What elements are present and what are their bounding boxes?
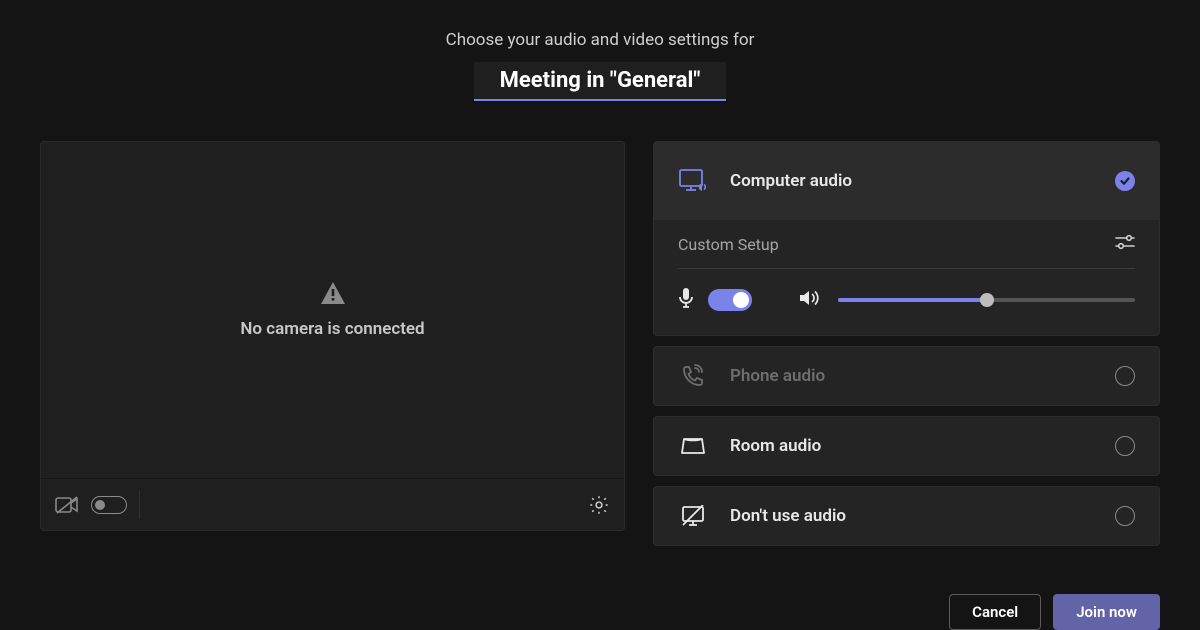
speaker-icon <box>798 288 820 312</box>
phone-audio-option[interactable]: Phone audio <box>654 347 1159 405</box>
gear-icon[interactable] <box>588 494 610 516</box>
computer-audio-radio[interactable] <box>1115 171 1135 191</box>
header-subtitle: Choose your audio and video settings for <box>0 30 1200 50</box>
room-audio-radio[interactable] <box>1115 436 1135 456</box>
room-icon <box>678 435 708 457</box>
video-preview-panel: No camera is connected <box>40 141 625 531</box>
microphone-icon <box>678 287 694 313</box>
room-audio-label: Room audio <box>730 436 821 456</box>
join-now-button[interactable]: Join now <box>1053 594 1160 630</box>
no-audio-icon <box>678 505 708 527</box>
volume-slider[interactable] <box>838 298 1135 302</box>
camera-off-icon <box>55 496 79 514</box>
computer-audio-label: Computer audio <box>730 171 852 191</box>
custom-setup-row[interactable]: Custom Setup <box>654 220 1159 254</box>
cancel-button[interactable]: Cancel <box>949 594 1041 630</box>
room-audio-option[interactable]: Room audio <box>654 417 1159 475</box>
meeting-title: Meeting in "General" <box>500 68 701 93</box>
warning-icon <box>320 281 346 305</box>
header: Choose your audio and video settings for… <box>0 0 1200 101</box>
no-audio-radio[interactable] <box>1115 506 1135 526</box>
sliders-icon[interactable] <box>1115 234 1135 254</box>
no-audio-label: Don't use audio <box>730 506 846 526</box>
camera-toggle[interactable] <box>91 496 127 514</box>
meeting-title-field[interactable]: Meeting in "General" <box>474 62 727 101</box>
custom-setup-label: Custom Setup <box>678 235 779 254</box>
microphone-toggle[interactable] <box>708 289 752 311</box>
no-audio-option[interactable]: Don't use audio <box>654 487 1159 545</box>
computer-audio-card: Computer audio Custom Setup <box>653 141 1160 336</box>
computer-audio-icon <box>678 168 708 194</box>
audio-controls-row <box>654 269 1159 335</box>
phone-audio-label: Phone audio <box>730 366 825 386</box>
phone-audio-radio[interactable] <box>1115 366 1135 386</box>
footer: Cancel Join now <box>0 576 1200 630</box>
video-preview-stage: No camera is connected <box>41 142 624 478</box>
video-preview-toolbar <box>41 478 624 530</box>
audio-options: Computer audio Custom Setup <box>653 141 1160 576</box>
no-camera-message: No camera is connected <box>240 319 424 339</box>
divider <box>139 491 140 519</box>
computer-audio-option[interactable]: Computer audio <box>654 142 1159 220</box>
phone-icon <box>678 364 708 388</box>
